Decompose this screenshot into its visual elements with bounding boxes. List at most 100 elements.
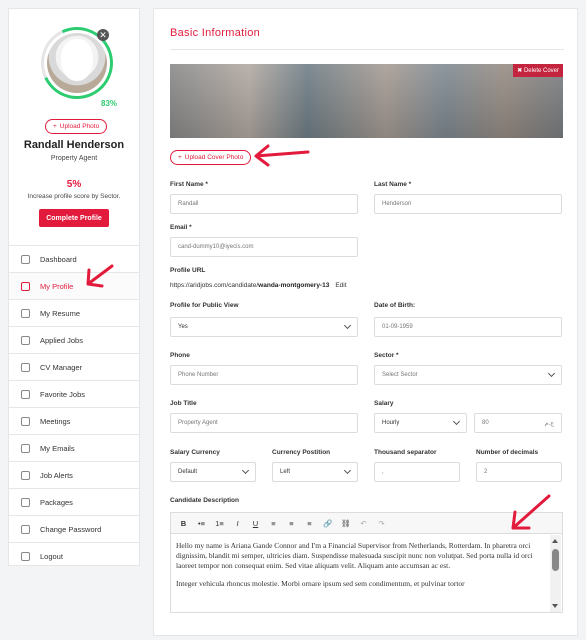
decimals-label: Number of decimals: [476, 449, 539, 456]
remove-photo-icon[interactable]: ✕: [97, 29, 109, 41]
profile-completion-percent: 83%: [101, 99, 118, 108]
edit-url-link[interactable]: Edit: [335, 282, 346, 289]
chevron-down-icon: [241, 466, 250, 475]
scroll-down-icon[interactable]: [552, 604, 558, 608]
profile-score-hint: Increase profile score by Sector.: [27, 193, 121, 200]
bullet-list-icon[interactable]: •≡: [197, 519, 206, 528]
thousand-separator-label: Thousand separator: [374, 449, 437, 456]
sidebar-item-label: Change Password: [40, 524, 102, 534]
sidebar-item-my-profile[interactable]: My Profile: [9, 272, 139, 299]
phone-field[interactable]: Phone Number: [170, 365, 358, 385]
delete-cover-button[interactable]: ✖ Delete Cover: [513, 64, 563, 77]
salary-period-select[interactable]: Hourly: [374, 413, 467, 433]
decimals-field[interactable]: 2: [476, 462, 562, 482]
annotation-arrow-icon: [511, 494, 551, 530]
sidebar-item-label: My Resume: [40, 308, 81, 318]
profile-sidebar: ✕ 83% + Upload Photo Randall Henderson P…: [8, 8, 140, 566]
profile-url: https://aridjobs.com/candidate/wanda-mon…: [170, 282, 347, 289]
package-icon: [21, 497, 30, 507]
salary-currency-select[interactable]: Default: [170, 462, 256, 482]
sidebar-item-job-alerts[interactable]: Job Alerts: [9, 461, 139, 488]
unlink-icon[interactable]: ⛓: [341, 519, 351, 528]
sidebar-item-change-password[interactable]: Change Password: [9, 515, 139, 542]
sector-label: Sector *: [374, 352, 399, 359]
profile-url-prefix: https://aridjobs.com/candidate/: [170, 282, 259, 289]
currency-position-select[interactable]: Left: [272, 462, 358, 482]
salary-currency-value: Default: [178, 469, 198, 475]
thousand-separator-field[interactable]: ,: [374, 462, 460, 482]
first-name-label: First Name *: [170, 181, 208, 188]
annotation-arrow-icon: [254, 144, 310, 167]
sidebar-item-packages[interactable]: Packages: [9, 488, 139, 515]
upload-photo-button[interactable]: + Upload Photo: [45, 119, 108, 134]
undo-icon[interactable]: ↶: [359, 519, 368, 528]
section-title: Basic Information: [170, 27, 261, 39]
avatar[interactable]: ✕: [30, 16, 124, 110]
sidebar-item-label: Meetings: [40, 416, 71, 426]
avatar-image: [47, 33, 107, 93]
upload-cover-button[interactable]: + Upload Cover Photo: [170, 150, 252, 165]
numbered-list-icon[interactable]: 1≡: [215, 519, 224, 528]
email-field[interactable]: cand-dummy10@iyecis.com: [170, 237, 358, 257]
align-left-icon[interactable]: ≡: [269, 519, 278, 528]
bell-icon: [21, 416, 30, 426]
redo-icon[interactable]: ↷: [377, 519, 386, 528]
plus-icon: +: [178, 154, 182, 161]
dob-field[interactable]: 01-09-1959: [374, 317, 562, 337]
last-name-field[interactable]: Henderson: [374, 194, 562, 214]
public-view-select[interactable]: Yes: [170, 317, 358, 337]
sidebar-item-label: My Emails: [40, 443, 75, 453]
profile-url-slug: wanda-montgomery-13: [258, 282, 330, 289]
underline-icon[interactable]: U: [251, 519, 260, 528]
basic-information-card: Basic Information ✖ Delete Cover + Uploa…: [153, 8, 578, 636]
sidebar-item-meetings[interactable]: Meetings: [9, 407, 139, 434]
sidebar-item-label: Dashboard: [40, 254, 77, 264]
dashboard-icon: [21, 254, 30, 264]
section-divider: [170, 49, 564, 50]
job-title-label: Job Title: [170, 400, 197, 407]
sidebar-item-logout[interactable]: Logout: [9, 542, 139, 569]
alert-icon: [21, 470, 30, 480]
italic-icon[interactable]: I: [233, 519, 242, 528]
align-center-icon[interactable]: ≡: [287, 519, 296, 528]
complete-profile-button[interactable]: Complete Profile: [39, 209, 109, 227]
sidebar-item-label: Favorite Jobs: [40, 389, 86, 399]
chevron-down-icon: [547, 369, 556, 378]
sector-select[interactable]: Select Sector: [374, 365, 562, 385]
profile-url-label: Profile URL: [170, 267, 206, 274]
link-icon[interactable]: 🔗: [323, 519, 332, 528]
cover-photo: ✖ Delete Cover: [170, 64, 563, 138]
description-paragraph: Integer vehicula rhoncus molestie. Morbi…: [176, 579, 465, 588]
sidebar-item-label: Applied Jobs: [40, 335, 83, 345]
profile-score-percent: 5%: [66, 179, 82, 190]
sidebar-item-applied-jobs[interactable]: Applied Jobs: [9, 326, 139, 353]
salary-amount-value: 80: [482, 420, 489, 426]
align-right-icon[interactable]: ≡: [305, 519, 314, 528]
description-text[interactable]: Hello my name is Ariana Gande Connor and…: [171, 534, 562, 589]
user-icon: [21, 281, 30, 291]
scroll-up-icon[interactable]: [552, 539, 558, 543]
sidebar-item-cv-manager[interactable]: CV Manager: [9, 353, 139, 380]
sidebar-item-label: CV Manager: [40, 362, 83, 372]
job-title-field[interactable]: Property Agent: [170, 413, 358, 433]
scroll-thumb[interactable]: [552, 549, 559, 571]
cv-icon: [21, 362, 30, 372]
editor-scrollbar[interactable]: [550, 535, 561, 612]
first-name-field[interactable]: Randall: [170, 194, 358, 214]
currency-position-label: Currency Postition: [272, 449, 331, 456]
logout-icon: [21, 551, 30, 561]
plus-icon: +: [53, 123, 57, 130]
sidebar-item-my-emails[interactable]: My Emails: [9, 434, 139, 461]
email-label: Email *: [170, 224, 192, 231]
sector-value: Select Sector: [382, 372, 418, 378]
sidebar-item-label: Job Alerts: [40, 470, 73, 480]
salary-amount-field[interactable]: 80 ج.م: [474, 413, 562, 433]
public-view-value: Yes: [178, 324, 188, 330]
salary-period-value: Hourly: [382, 420, 400, 426]
last-name-label: Last Name *: [374, 181, 412, 188]
bold-icon[interactable]: B: [179, 519, 188, 528]
heart-icon: [21, 389, 30, 399]
sidebar-item-dashboard[interactable]: Dashboard: [9, 245, 139, 272]
sidebar-item-my-resume[interactable]: My Resume: [9, 299, 139, 326]
sidebar-item-favorite-jobs[interactable]: Favorite Jobs: [9, 380, 139, 407]
